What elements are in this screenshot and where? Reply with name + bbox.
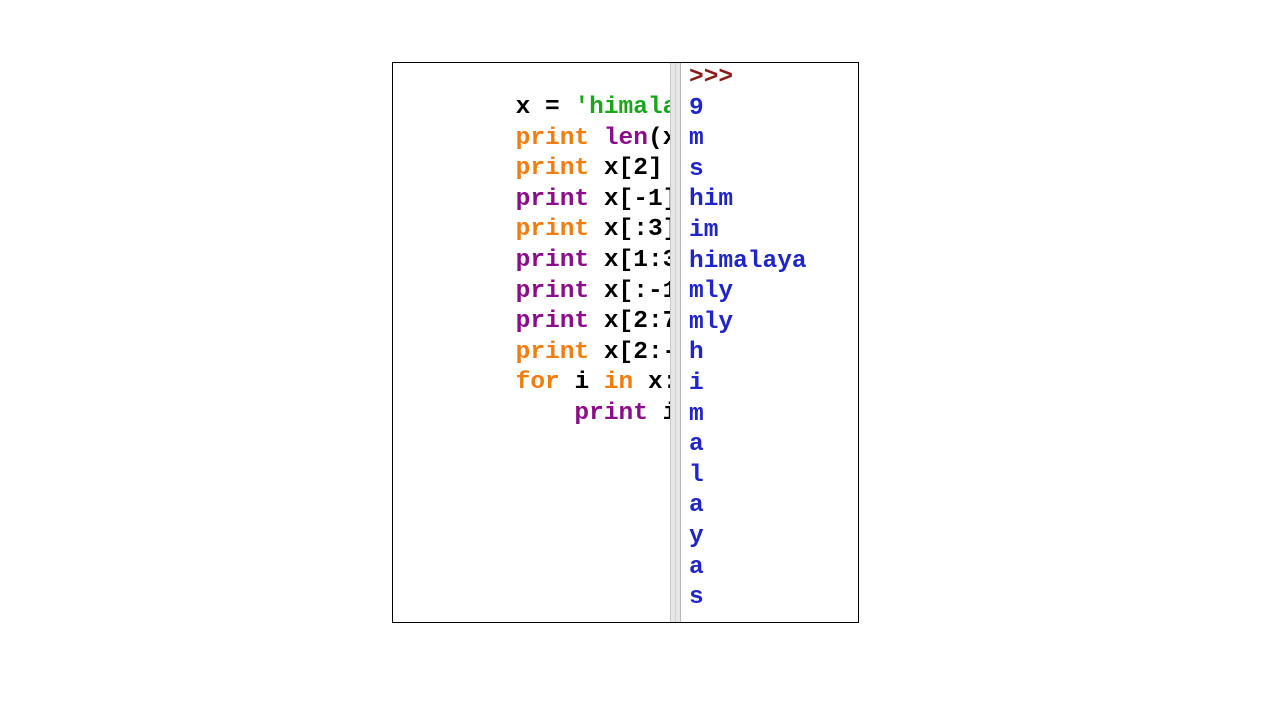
console-output-line: a — [689, 553, 704, 581]
code-editor-pane[interactable]: x = 'himalayas' print len(x) print x[2] … — [393, 63, 670, 622]
console-output-line: a — [689, 431, 704, 459]
console-output-line: mly — [689, 278, 734, 306]
console-output-line: himalaya — [689, 247, 807, 275]
keyword-token: print — [515, 400, 663, 427]
console-output-line: h — [689, 339, 704, 367]
console-prompt: >>> — [689, 64, 734, 91]
python-screenshot-frame: x = 'himalayas' print len(x) print x[2] … — [392, 62, 859, 623]
console-output-line: y — [689, 523, 704, 550]
console-output-line: i — [689, 370, 704, 397]
console-output-line: m — [689, 125, 704, 153]
pane-splitter[interactable] — [670, 63, 681, 622]
code-line-10: for i in x: — [398, 338, 670, 396]
code-line-4: print x[-1] — [398, 155, 670, 213]
console-output-line: s — [689, 155, 704, 183]
console-output-line: im — [689, 217, 719, 244]
code-line-3: print x[2] — [398, 124, 663, 182]
code-line-5: print x[:3] — [398, 185, 670, 243]
console-output-line: mly — [689, 308, 734, 336]
code-token: i — [663, 400, 670, 427]
code-line-9: print x[2:-1:2] — [398, 308, 670, 366]
slide-page: x = 'himalayas' print len(x) print x[2] … — [0, 0, 1280, 720]
code-line-7: print x[:-1] — [398, 247, 670, 305]
console-output-line: m — [689, 400, 704, 428]
console-output-line: a — [689, 492, 704, 520]
code-line-6: print x[1:3] — [398, 216, 670, 274]
console-output-line: l — [689, 461, 704, 489]
code-line-11: print i — [398, 369, 670, 427]
console-output-line: him — [689, 186, 734, 214]
code-line-2: print len(x) — [398, 94, 670, 152]
code-line-8: print x[2:7:2] — [398, 277, 670, 335]
console-output-line: 9 — [689, 94, 704, 122]
console-output-line: s — [689, 584, 704, 612]
code-line-1: x = 'himalayas' — [398, 63, 670, 121]
output-console-pane[interactable]: >>> 9 m s him im himalaya mly mly h i m … — [682, 63, 858, 622]
